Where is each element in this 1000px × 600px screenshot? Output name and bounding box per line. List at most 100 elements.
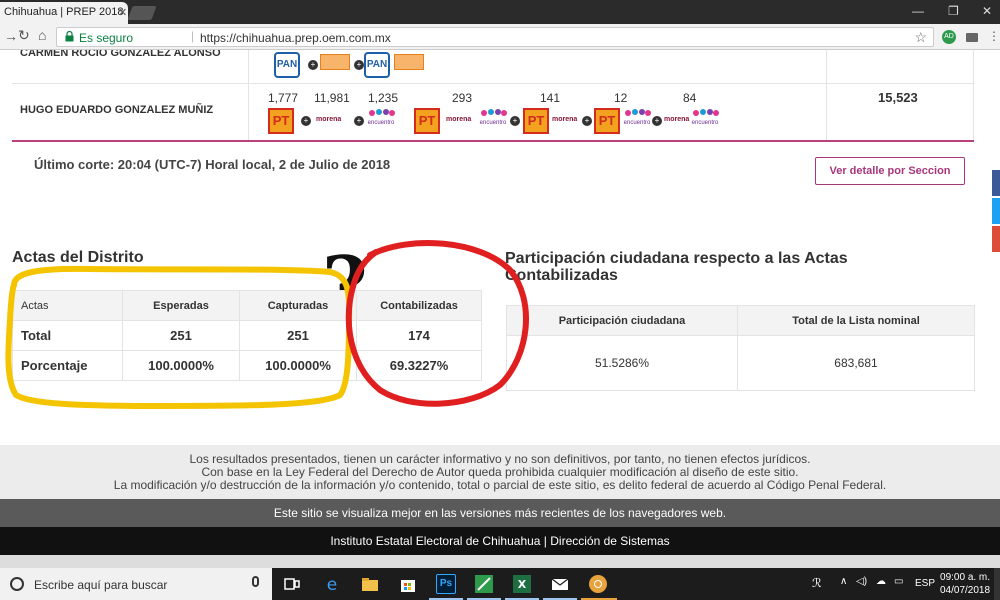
table-row: Porcentaje 100.0000% 100.0000% 69.3227% [12, 350, 482, 381]
table-cell: 683,681 [737, 335, 975, 391]
minimize-icon[interactable]: — [912, 4, 924, 18]
vote-count: 293 [452, 91, 473, 105]
candidate-total-votes: 15,523 [878, 90, 918, 105]
table-row: Total 251 251 174 [12, 320, 482, 351]
page-bottom-strip [0, 555, 1000, 568]
participacion-heading: Participación ciudadana respecto a las A… [505, 250, 848, 284]
window-close-icon[interactable]: ✕ [982, 4, 992, 18]
vote-count: 12 [614, 91, 628, 105]
table-cell: 174 [356, 320, 482, 351]
clock-date: 04/07/2018 [940, 585, 991, 596]
browser-tab-bar: Chihuahua | PREP 2018 ✕ — ❐ ✕ [0, 0, 1000, 24]
pt-logo: PT [268, 108, 294, 134]
pan-logo: PAN [364, 52, 390, 78]
plus-icon: + [308, 60, 318, 70]
plus-icon: + [652, 116, 662, 126]
plus-icon: + [301, 116, 311, 126]
table-cell: 100.0000% [239, 350, 357, 381]
morena-logo: morena [552, 116, 578, 123]
column-header: Esperadas [122, 290, 240, 321]
morena-logo: morena [316, 116, 342, 123]
taskbar-search-box[interactable]: Escribe aquí para buscar [0, 568, 272, 600]
table-cell: 251 [239, 320, 357, 351]
ver-detalle-button[interactable]: Ver detalle por Seccion [815, 157, 965, 185]
sheets-app-icon[interactable] [474, 574, 494, 594]
plus-icon: + [582, 116, 592, 126]
svg-text:e: e [327, 575, 337, 594]
volume-icon[interactable]: ◁) [856, 576, 867, 587]
twitter-share-icon[interactable] [992, 198, 1000, 224]
network-icon[interactable]: ▭ [894, 576, 903, 587]
table-cell: 69.3227% [356, 350, 482, 381]
disclaimer-footer: Los resultados presentados, tienen un ca… [0, 445, 1000, 499]
row-label: Porcentaje [12, 350, 123, 381]
chrome-icon[interactable] [588, 574, 608, 594]
row-label: Total [12, 320, 123, 351]
vote-count: 1,777 [268, 91, 299, 105]
page-content: CARMEN ROCIO GONZALEZ ALONSO PAN + + PAN… [0, 50, 1000, 445]
people-icon[interactable]: ℛ [812, 576, 822, 590]
excel-icon[interactable]: X [512, 574, 532, 594]
candidate-results-table: CARMEN ROCIO GONZALEZ ALONSO PAN + + PAN… [12, 50, 974, 142]
new-tab-button[interactable] [127, 6, 157, 20]
table-cell: 51.5286% [506, 335, 738, 391]
cortana-icon[interactable] [10, 577, 24, 591]
plus-icon: + [354, 60, 364, 70]
tab-close-icon[interactable]: ✕ [118, 6, 127, 19]
system-clock[interactable]: 09:00 a. m. 04/07/2018 [940, 571, 990, 597]
tab-title: Chihuahua | PREP 2018 [4, 6, 124, 18]
plus-icon: + [354, 116, 364, 126]
encuentro-social-logo: encuentro [624, 109, 651, 126]
language-indicator[interactable]: ESP [915, 578, 935, 589]
clock-time: 09:00 a. m. [940, 572, 991, 583]
pan-logo: PAN [274, 52, 300, 78]
store-icon[interactable] [398, 574, 418, 594]
photoshop-icon[interactable]: Ps [436, 574, 456, 594]
show-desktop-button[interactable] [994, 568, 1000, 600]
tray-overflow-icon[interactable]: ∧ [840, 576, 847, 587]
encuentro-social-logo: encuentro [480, 109, 507, 126]
encuentro-social-logo: encuentro [368, 109, 395, 126]
home-icon[interactable]: ⌂ [38, 27, 46, 43]
column-header: Capturadas [239, 290, 357, 321]
morena-logo: morena [446, 116, 472, 123]
browser-menu-icon[interactable]: ⋮ [988, 29, 1000, 43]
search-placeholder[interactable]: Escribe aquí para buscar [34, 578, 167, 592]
svg-text:encuentro: encuentro [692, 120, 719, 126]
secure-label: Es seguro [79, 31, 134, 45]
address-bar[interactable]: Es seguro | https://chihuahua.prep.oem.c… [56, 27, 934, 47]
profile-avatar[interactable]: AD [942, 30, 956, 44]
browser-tab[interactable]: Chihuahua | PREP 2018 ✕ [0, 2, 128, 24]
google-share-icon[interactable] [992, 226, 1000, 252]
back-icon[interactable]: → [4, 28, 18, 44]
pt-logo: PT [523, 108, 549, 134]
reload-icon[interactable]: ↻ [18, 27, 30, 44]
url-separator: | [191, 29, 195, 43]
mail-icon[interactable] [550, 574, 570, 594]
section-divider [12, 140, 974, 142]
onedrive-icon[interactable]: ☁ [876, 576, 886, 587]
ultimo-corte-timestamp: Último corte: 20:04 (UTC-7) Horal local,… [34, 157, 391, 172]
camera-extension-icon[interactable] [966, 33, 978, 42]
coalition-party-logo [320, 54, 350, 70]
lock-icon [65, 31, 74, 42]
windows-taskbar: Escribe aquí para buscar e Ps X ℛ ∧ ◁) ☁… [0, 568, 1000, 600]
edge-browser-icon[interactable]: e [322, 574, 342, 594]
column-header: Contabilizadas [356, 290, 482, 321]
candidate-name: HUGO EDUARDO GONZALEZ MUÑIZ [20, 104, 214, 116]
task-view-icon[interactable] [282, 574, 302, 594]
browser-note-bar: Este sitio se visualiza mejor en las ver… [0, 499, 1000, 527]
microphone-icon[interactable] [252, 576, 259, 587]
bookmark-star-icon[interactable]: ☆ [914, 29, 927, 46]
svg-text:encuentro: encuentro [480, 120, 507, 126]
restore-icon[interactable]: ❐ [948, 4, 959, 18]
url-text[interactable]: https://chihuahua.prep.oem.com.mx [200, 31, 391, 45]
table-header-row: Participación ciudadana Total de la List… [506, 305, 975, 336]
table-cell: 251 [122, 320, 240, 351]
facebook-share-icon[interactable] [992, 170, 1000, 196]
institute-bar: Instituto Estatal Electoral de Chihuahua… [0, 527, 1000, 555]
svg-text:X: X [518, 578, 527, 591]
file-explorer-icon[interactable] [360, 574, 380, 594]
actas-heading: Actas del Distrito [12, 249, 144, 266]
actas-table: Actas Esperadas Capturadas Contabilizada… [12, 290, 482, 381]
